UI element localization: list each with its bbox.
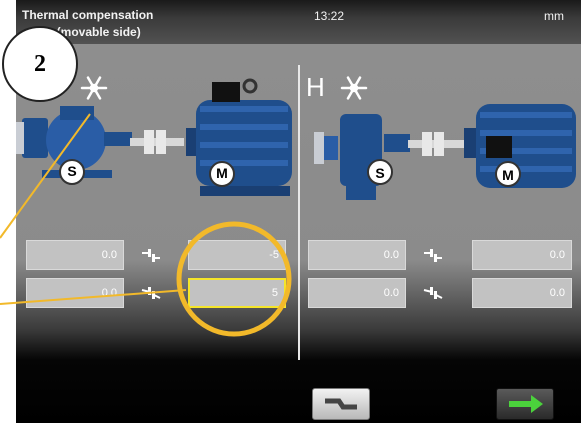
right-angle-movable-field[interactable]: 0.0 bbox=[472, 278, 572, 308]
left-offset-movable-field[interactable]: -5 bbox=[188, 240, 286, 270]
stationary-label-left: S bbox=[67, 163, 77, 179]
offset-symbol-icon bbox=[142, 249, 160, 262]
right-angle-stationary-field[interactable]: 0.0 bbox=[308, 278, 406, 308]
angle-symbol-icon bbox=[423, 287, 443, 299]
left-offset-stationary-field[interactable]: 0.0 bbox=[26, 240, 124, 270]
movable-label-left: M bbox=[216, 165, 228, 181]
angle-symbol-icon bbox=[141, 287, 161, 299]
left-angle-movable-field[interactable]: 5 bbox=[188, 278, 286, 308]
unit-label: mm bbox=[544, 9, 564, 23]
device-screen: Thermal compensation angle (movable side… bbox=[16, 0, 581, 423]
snowflake-icon bbox=[340, 76, 368, 100]
stationary-label-right: S bbox=[375, 165, 385, 181]
arrow-right-icon bbox=[509, 395, 543, 413]
right-offset-movable-field[interactable]: 0.0 bbox=[472, 240, 572, 270]
coupling-icon bbox=[325, 398, 357, 410]
motor-movable-top bbox=[464, 104, 576, 188]
clock: 13:22 bbox=[314, 9, 345, 23]
motor-movable bbox=[186, 78, 292, 196]
left-angle-stationary-field[interactable]: 0.0 bbox=[26, 278, 124, 308]
snowflake-icon bbox=[80, 76, 108, 100]
page-title: Thermal compensation bbox=[22, 8, 154, 22]
pump-stationary-top bbox=[314, 114, 410, 200]
right-offset-stationary-field[interactable]: 0.0 bbox=[308, 240, 406, 270]
callout-marker: 2 bbox=[2, 26, 78, 102]
coupling-button[interactable] bbox=[312, 388, 370, 420]
offset-symbol-icon bbox=[424, 249, 442, 262]
right-machine-view bbox=[314, 76, 576, 200]
title-bar: Thermal compensation angle (movable side… bbox=[16, 0, 581, 44]
next-button[interactable] bbox=[496, 388, 554, 420]
movable-label-right: M bbox=[502, 167, 514, 183]
